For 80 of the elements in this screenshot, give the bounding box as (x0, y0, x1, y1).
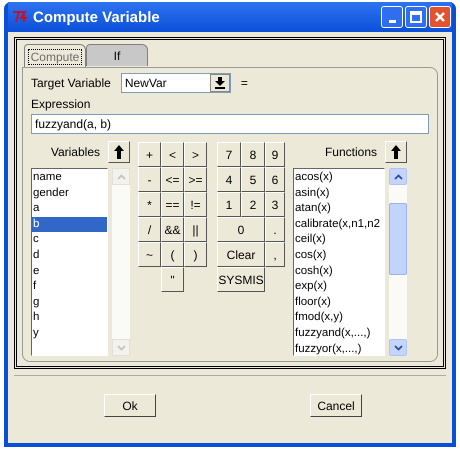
operator-key[interactable]: > (184, 142, 207, 167)
operator-key[interactable]: ~ (138, 242, 161, 267)
function-item[interactable]: asin(x) (294, 186, 384, 202)
minimize-icon (388, 20, 396, 22)
up-arrow-icon (113, 144, 125, 160)
operator-key[interactable]: / (138, 217, 161, 242)
variables-heading: Variables (50, 145, 100, 159)
close-button[interactable] (429, 6, 451, 28)
keypad-key[interactable]: 6 (265, 167, 285, 192)
app-logo-icon (12, 11, 28, 23)
operator-key[interactable]: || (184, 217, 207, 242)
operator-key[interactable]: * (138, 192, 161, 217)
keypad-key[interactable]: 2 (241, 192, 265, 217)
insert-function-button[interactable] (385, 141, 407, 163)
functions-heading: Functions (324, 145, 377, 159)
maximize-button[interactable] (405, 6, 427, 28)
target-variable-field[interactable]: NewVar (120, 73, 231, 93)
variable-item[interactable]: y (32, 326, 107, 342)
expression-field[interactable]: fuzzyand(a, b) (31, 114, 429, 134)
function-item[interactable]: exp(x) (294, 279, 384, 295)
scroll-up-icon[interactable] (389, 168, 407, 185)
keypad-key[interactable]: 7 (217, 142, 241, 167)
operator-key[interactable]: " (161, 267, 184, 292)
operator-key[interactable]: + (138, 142, 161, 167)
scroll-thumb[interactable] (389, 203, 407, 275)
function-item[interactable]: ceil(x) (294, 232, 384, 248)
function-item[interactable]: cos(x) (294, 248, 384, 264)
function-item[interactable]: fuzzyor(x,...,) (294, 342, 384, 355)
operator-key[interactable]: - (138, 167, 161, 192)
function-item[interactable]: floor(x) (294, 294, 384, 310)
operator-key[interactable]: ( (161, 242, 184, 267)
keypad-key[interactable]: 1 (217, 192, 241, 217)
variable-item[interactable]: b (32, 216, 107, 232)
variable-item[interactable]: a (32, 201, 107, 217)
variable-item[interactable]: gender (32, 186, 107, 202)
operator-key[interactable]: >= (184, 167, 207, 192)
keypad-key[interactable]: 5 (241, 167, 265, 192)
keypad-key[interactable]: SYSMIS (217, 267, 265, 292)
function-item[interactable]: calibrate(x,n1,n2 (294, 216, 384, 232)
keypad-key[interactable]: 0 (217, 217, 265, 242)
function-item[interactable]: fmod(x,y) (294, 310, 384, 326)
variable-item[interactable]: f (32, 279, 107, 295)
close-icon (434, 11, 446, 23)
keypad-key[interactable]: . (265, 217, 285, 242)
function-item[interactable]: fuzzyand(x,...,) (294, 326, 384, 342)
variable-item[interactable]: e (32, 264, 107, 280)
function-item[interactable]: acos(x) (294, 170, 384, 186)
keypad-key[interactable]: Clear (217, 242, 265, 267)
function-item[interactable]: cosh(x) (294, 264, 384, 280)
variable-item[interactable]: name (32, 170, 107, 186)
operator-key[interactable]: <= (161, 167, 184, 192)
maximize-icon (410, 11, 422, 23)
tab[interactable]: If (86, 44, 148, 66)
operator-key[interactable]: < (161, 142, 184, 167)
keypad-key[interactable]: 8 (241, 142, 265, 167)
up-arrow-icon (390, 144, 402, 160)
variable-item[interactable]: c (32, 232, 107, 248)
expression-label: Expression (31, 97, 92, 111)
keypad-key[interactable]: 9 (265, 142, 285, 167)
dialog-button[interactable]: Cancel (310, 394, 362, 417)
operator-key[interactable]: ) (184, 242, 207, 267)
variable-item[interactable]: g (32, 294, 107, 310)
minimize-button[interactable] (381, 6, 403, 28)
insert-variable-button[interactable] (108, 141, 130, 163)
tab[interactable]: Compute (24, 44, 86, 68)
function-item[interactable]: atan(x) (294, 201, 384, 217)
window-title: Compute Variable (33, 8, 161, 26)
keypad-key[interactable]: 4 (217, 167, 241, 192)
operator-key[interactable]: == (161, 192, 184, 217)
equals-sign: = (240, 76, 248, 90)
variable-item[interactable]: h (32, 310, 107, 326)
scrollbar[interactable] (389, 168, 407, 356)
scroll-down-icon[interactable] (389, 339, 407, 356)
target-variable-label: Target Variable (31, 76, 111, 90)
variable-item[interactable]: d (32, 248, 107, 264)
keypad-key[interactable]: 3 (265, 192, 285, 217)
dialog-button[interactable]: Ok (104, 394, 156, 417)
keypad-key[interactable]: , (265, 242, 285, 267)
operator-key[interactable]: && (161, 217, 184, 242)
operator-key[interactable]: != (184, 192, 207, 217)
